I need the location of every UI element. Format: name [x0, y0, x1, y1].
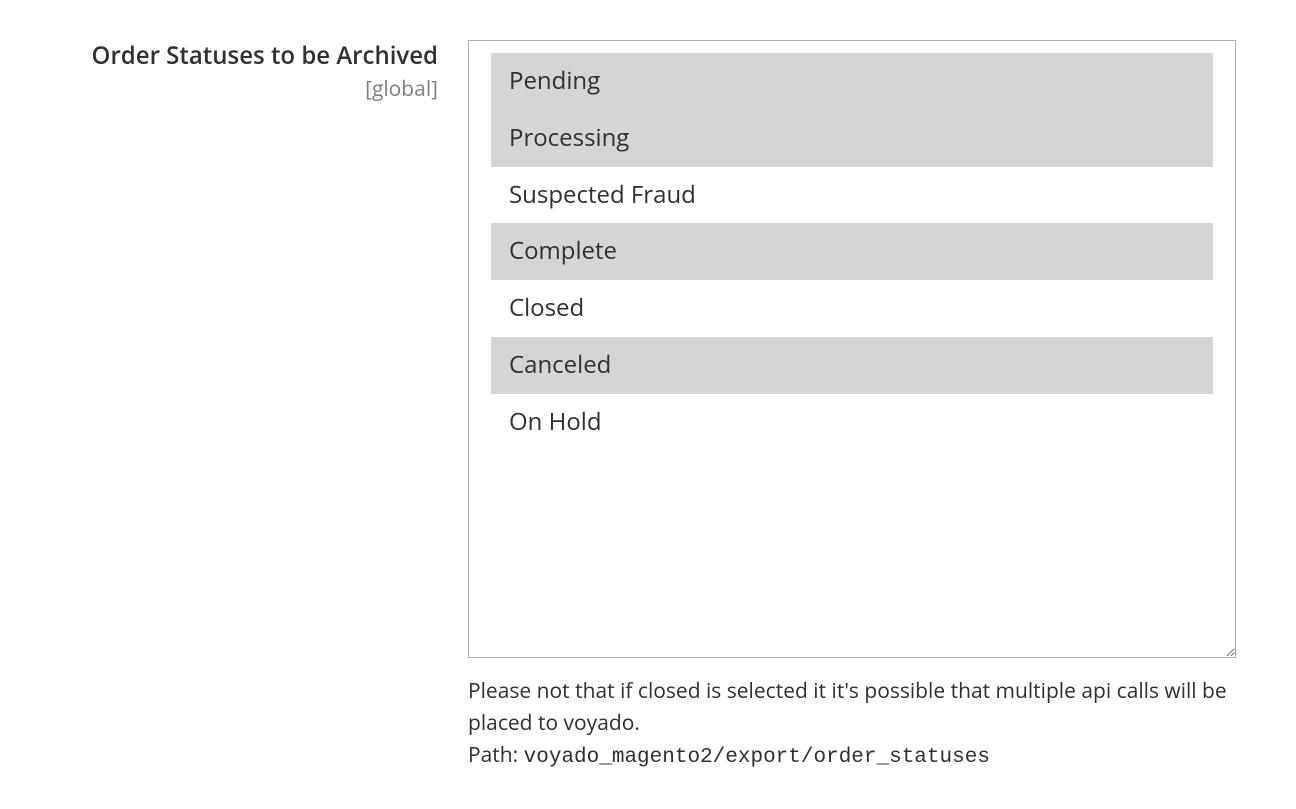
multiselect-option[interactable]: Pending [491, 53, 1213, 110]
multiselect-option[interactable]: Processing [491, 110, 1213, 167]
field-label: Order Statuses to be Archived [38, 40, 438, 71]
path-label: Path: [468, 741, 524, 769]
label-column: Order Statuses to be Archived [global] [38, 40, 438, 103]
order-statuses-multiselect[interactable]: PendingProcessingSuspected FraudComplete… [468, 40, 1236, 658]
config-field-row: Order Statuses to be Archived [global] P… [38, 40, 1258, 769]
path-value: voyado_magento2/export/order_statuses [524, 746, 990, 769]
multiselect-option[interactable]: Suspected Fraud [491, 167, 1213, 224]
multiselect-option[interactable]: Closed [491, 280, 1213, 337]
config-path: Path: voyado_magento2/export/order_statu… [468, 741, 1258, 769]
field-note: Please not that if closed is selected it… [468, 676, 1236, 739]
multiselect-option[interactable]: Canceled [491, 337, 1213, 394]
multiselect-option[interactable]: On Hold [491, 394, 1213, 451]
multiselect-option[interactable]: Complete [491, 223, 1213, 280]
scope-label: [global] [38, 75, 438, 103]
control-column: PendingProcessingSuspected FraudComplete… [468, 40, 1258, 769]
